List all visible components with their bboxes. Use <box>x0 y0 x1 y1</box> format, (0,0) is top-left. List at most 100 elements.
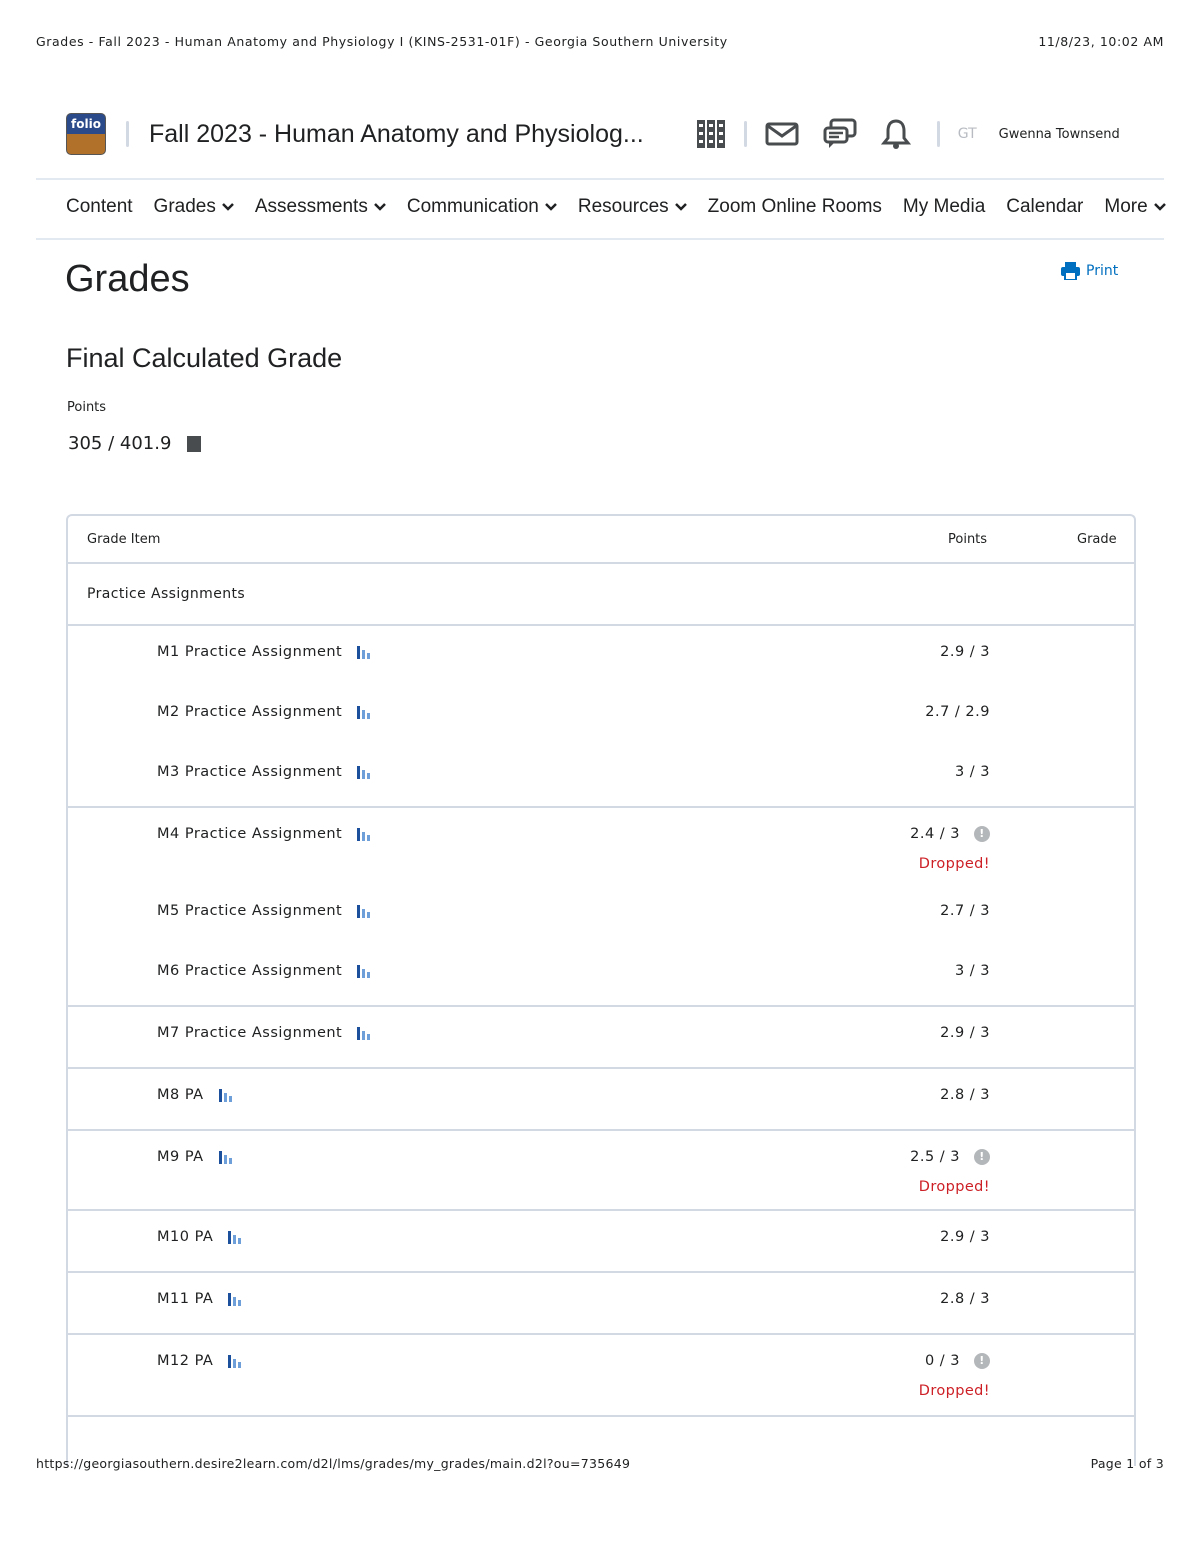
nav-more[interactable]: More <box>1104 196 1166 218</box>
grade-item-name: M11 PA <box>157 1291 243 1307</box>
grade-item-name: M2 Practice Assignment <box>157 704 372 720</box>
divider <box>36 238 1164 240</box>
statistics-icon[interactable] <box>356 963 372 979</box>
nav-my-media[interactable]: My Media <box>903 196 985 218</box>
nav-resources[interactable]: Resources <box>578 196 687 218</box>
grade-item-label: M12 PA <box>157 1353 214 1369</box>
nav-calendar[interactable]: Calendar <box>1006 196 1083 218</box>
dropped-label: Dropped! <box>918 856 990 872</box>
category-label: Practice Assignments <box>87 586 246 602</box>
final-grade-heading: Final Calculated Grade <box>66 343 343 373</box>
statistics-icon[interactable] <box>227 1229 243 1245</box>
chevron-down-icon <box>544 203 557 211</box>
nav-calendar-label: Calendar <box>1006 196 1084 217</box>
divider <box>936 121 940 147</box>
grade-item-points: 2.9 / 3 <box>940 1025 990 1041</box>
column-header-points: Points <box>948 531 988 547</box>
course-navbar: Content Grades Assessments Communication… <box>66 196 1166 218</box>
grade-item-label: M4 Practice Assignment <box>157 826 343 842</box>
divider <box>743 121 747 147</box>
points-text: 2.5 / 3 <box>910 1149 960 1165</box>
column-header-grade-item: Grade Item <box>87 531 161 547</box>
grade-item-points: 2.9 / 3 <box>940 644 990 660</box>
nav-zoom-label: Zoom Online Rooms <box>707 196 882 217</box>
statistics-icon[interactable] <box>227 1353 243 1369</box>
chevron-down-icon <box>373 203 386 211</box>
grade-item-points: 0 / 3! <box>925 1353 990 1369</box>
dropped-label: Dropped! <box>918 1179 990 1195</box>
grade-item-name: M1 Practice Assignment <box>157 644 372 660</box>
info-icon[interactable]: ! <box>974 1353 990 1369</box>
chevron-down-icon <box>221 203 234 211</box>
column-header-grade: Grade <box>1077 531 1117 547</box>
print-header: Grades - Fall 2023 - Human Anatomy and P… <box>36 34 1164 49</box>
minibar: folio Fall 2023 - Human Anatomy and Phys… <box>66 110 1136 158</box>
printer-icon <box>1061 262 1080 280</box>
mail-icon[interactable] <box>765 122 799 146</box>
course-selector-icon[interactable] <box>696 119 726 149</box>
grade-item-label: M11 PA <box>157 1291 214 1307</box>
print-button[interactable]: Print <box>1061 262 1118 280</box>
grade-item-label: M5 Practice Assignment <box>157 903 343 919</box>
grade-item-points: 2.7 / 3 <box>940 903 990 919</box>
grade-item-points: 3 / 3 <box>955 764 990 780</box>
grade-item-name: M10 PA <box>157 1229 243 1245</box>
chat-icon[interactable] <box>823 118 857 150</box>
nav-communication-label: Communication <box>406 196 539 217</box>
user-initials[interactable]: GT <box>958 126 977 142</box>
nav-resources-label: Resources <box>577 196 669 217</box>
grade-item-label: M6 Practice Assignment <box>157 963 343 979</box>
statistics-icon[interactable] <box>218 1149 234 1165</box>
grade-item-points: 2.8 / 3 <box>940 1087 990 1103</box>
points-text: 2.4 / 3 <box>910 826 960 842</box>
grade-item-points: 2.7 / 2.9 <box>925 704 990 720</box>
points-text: 2.8 / 3 <box>940 1087 990 1103</box>
statistics-icon[interactable] <box>227 1291 243 1307</box>
statistics-icon[interactable] <box>218 1087 234 1103</box>
info-icon[interactable]: ! <box>974 826 990 842</box>
statistics-icon[interactable] <box>356 903 372 919</box>
nav-content[interactable]: Content <box>66 196 133 218</box>
statistics-icon[interactable] <box>356 644 372 660</box>
chevron-down-icon <box>1153 203 1166 211</box>
points-text: 2.7 / 3 <box>940 903 990 919</box>
table-row: M7 Practice Assignment 2.9 / 3 <box>68 1007 1134 1069</box>
statistics-icon[interactable] <box>356 704 372 720</box>
grade-item-name: M4 Practice Assignment <box>157 826 372 842</box>
page-title: Grades <box>65 258 190 300</box>
nav-zoom[interactable]: Zoom Online Rooms <box>708 196 882 218</box>
grade-item-name: M6 Practice Assignment <box>157 963 372 979</box>
table-header: Grade Item Points Grade <box>68 516 1134 564</box>
points-text: 2.9 / 3 <box>940 1025 990 1041</box>
grade-item-label: M1 Practice Assignment <box>157 644 343 660</box>
user-name[interactable]: Gwenna Townsend <box>999 127 1120 142</box>
info-icon[interactable]: ! <box>974 1149 990 1165</box>
print-footer-page: Page 1 of 3 <box>1090 1456 1164 1471</box>
grade-item-name: M5 Practice Assignment <box>157 903 372 919</box>
nav-grades-label: Grades <box>153 196 216 217</box>
grade-item-points: 2.5 / 3! <box>910 1149 990 1165</box>
grades-table: Grade Item Points Grade Practice Assignm… <box>66 514 1136 1466</box>
logo-text: folio <box>71 117 101 131</box>
chevron-down-icon <box>674 203 687 211</box>
course-title[interactable]: Fall 2023 - Human Anatomy and Physiolog.… <box>149 120 644 149</box>
points-text: 0 / 3 <box>924 1353 960 1369</box>
grade-item-label: M3 Practice Assignment <box>157 764 343 780</box>
print-header-datetime: 11/8/23, 10:02 AM <box>1038 34 1164 49</box>
nav-communication[interactable]: Communication <box>407 196 557 218</box>
table-row: M3 Practice Assignment 3 / 3 <box>68 746 1134 808</box>
folio-logo[interactable]: folio <box>66 113 106 155</box>
points-text: 3 / 3 <box>954 963 990 979</box>
grade-item-name: M12 PA <box>157 1353 243 1369</box>
nav-assessments[interactable]: Assessments <box>255 196 386 218</box>
grade-item-points: 3 / 3 <box>955 963 990 979</box>
table-row: M5 Practice Assignment 2.7 / 3 <box>68 885 1134 945</box>
statistics-icon[interactable] <box>356 764 372 780</box>
statistics-icon[interactable] <box>356 826 372 842</box>
divider <box>126 121 129 147</box>
table-row: M4 Practice Assignment 2.4 / 3! Dropped! <box>68 808 1134 885</box>
bell-icon[interactable] <box>880 118 911 150</box>
nav-grades[interactable]: Grades <box>154 196 234 218</box>
grade-item-label: M9 PA <box>157 1149 204 1165</box>
statistics-icon[interactable] <box>356 1025 372 1041</box>
